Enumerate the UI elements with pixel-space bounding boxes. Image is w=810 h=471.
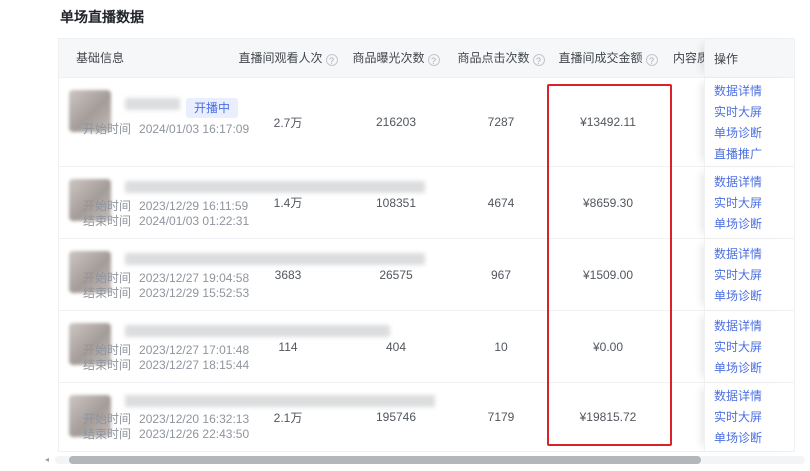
views-value: 1.4万 bbox=[228, 167, 348, 238]
table-row[interactable]: 开始时间2023/12/27 17:01:48 结束时间2023/12/27 1… bbox=[59, 311, 794, 383]
clicks-value: 4674 bbox=[441, 167, 561, 238]
action-session-diagnosis[interactable]: 单场诊断 bbox=[714, 288, 794, 304]
clicks-value: 7179 bbox=[441, 383, 561, 451]
start-time-label: 开始时间 bbox=[83, 199, 131, 213]
amount-value: ¥1509.00 bbox=[548, 239, 668, 310]
info-icon[interactable]: ? bbox=[533, 54, 545, 66]
exposure-value: 216203 bbox=[336, 78, 456, 166]
end-time-label: 结束时间 bbox=[83, 214, 131, 228]
end-time-label: 结束时间 bbox=[83, 358, 131, 372]
exposure-value: 26575 bbox=[336, 239, 456, 310]
start-time-label: 开始时间 bbox=[83, 271, 131, 285]
start-time-label: 开始时间 bbox=[83, 412, 131, 426]
page-title: 单场直播数据 bbox=[60, 7, 144, 27]
views-value: 114 bbox=[228, 311, 348, 382]
action-live-promotion[interactable]: 直播推广 bbox=[714, 146, 794, 162]
table-header: 基础信息 直播间观看人次? 商品曝光次数? 商品点击次数? 直播间成交金额? 内… bbox=[59, 39, 794, 78]
live-sessions-table: 基础信息 直播间观看人次? 商品曝光次数? 商品点击次数? 直播间成交金额? 内… bbox=[58, 38, 795, 452]
title-redacted bbox=[125, 98, 180, 110]
start-time-label: 开始时间 bbox=[83, 122, 131, 136]
action-data-detail[interactable]: 数据详情 bbox=[714, 83, 794, 99]
row-actions: 数据详情 实时大屏 单场诊断 bbox=[704, 383, 794, 451]
col-header-clicks: 商品点击次数? bbox=[441, 39, 561, 77]
table-row[interactable]: 开播中 开始时间2024/01/03 16:17:09 2.7万 216203 … bbox=[59, 78, 794, 167]
info-icon[interactable]: ? bbox=[428, 54, 440, 66]
action-session-diagnosis[interactable]: 单场诊断 bbox=[714, 360, 794, 376]
amount-value: ¥13492.11 bbox=[548, 78, 668, 166]
views-value: 2.1万 bbox=[228, 383, 348, 451]
table-row[interactable]: 开始时间2023/12/20 16:32:13 结束时间2023/12/26 2… bbox=[59, 383, 794, 452]
info-icon[interactable]: ? bbox=[646, 54, 658, 66]
action-session-diagnosis[interactable]: 单场诊断 bbox=[714, 216, 794, 232]
clicks-value: 10 bbox=[441, 311, 561, 382]
action-realtime-screen[interactable]: 实时大屏 bbox=[714, 339, 794, 355]
action-data-detail[interactable]: 数据详情 bbox=[714, 318, 794, 334]
action-realtime-screen[interactable]: 实时大屏 bbox=[714, 409, 794, 425]
amount-value: ¥0.00 bbox=[548, 311, 668, 382]
action-data-detail[interactable]: 数据详情 bbox=[714, 388, 794, 404]
col-header-basic-info: 基础信息 bbox=[76, 39, 124, 77]
col-header-views: 直播间观看人次? bbox=[228, 39, 348, 77]
exposure-value: 404 bbox=[336, 311, 456, 382]
action-realtime-screen[interactable]: 实时大屏 bbox=[714, 267, 794, 283]
end-time-label: 结束时间 bbox=[83, 427, 131, 441]
action-realtime-screen[interactable]: 实时大屏 bbox=[714, 195, 794, 211]
amount-value: ¥8659.30 bbox=[548, 167, 668, 238]
col-header-exposure: 商品曝光次数? bbox=[336, 39, 456, 77]
action-data-detail[interactable]: 数据详情 bbox=[714, 174, 794, 190]
action-data-detail[interactable]: 数据详情 bbox=[714, 246, 794, 262]
row-actions: 数据详情 实时大屏 单场诊断 bbox=[704, 239, 794, 310]
scroll-left-arrow-icon[interactable]: ◂ bbox=[45, 455, 49, 464]
amount-value: ¥19815.72 bbox=[548, 383, 668, 451]
table-row[interactable]: 开始时间2023/12/27 19:04:58 结束时间2023/12/29 1… bbox=[59, 239, 794, 311]
clicks-value: 7287 bbox=[441, 78, 561, 166]
horizontal-scrollbar-thumb[interactable] bbox=[69, 456, 701, 464]
exposure-value: 108351 bbox=[336, 167, 456, 238]
table-row[interactable]: 开始时间2023/12/29 16:11:59 结束时间2024/01/03 0… bbox=[59, 167, 794, 239]
exposure-value: 195746 bbox=[336, 383, 456, 451]
action-session-diagnosis[interactable]: 单场诊断 bbox=[714, 430, 794, 446]
end-time-label: 结束时间 bbox=[83, 286, 131, 300]
row-actions: 数据详情 实时大屏 单场诊断 直播推广 bbox=[704, 78, 794, 166]
start-time-label: 开始时间 bbox=[83, 343, 131, 357]
col-header-amount: 直播间成交金额? bbox=[548, 39, 668, 77]
views-value: 2.7万 bbox=[228, 78, 348, 166]
views-value: 3683 bbox=[228, 239, 348, 310]
action-realtime-screen[interactable]: 实时大屏 bbox=[714, 104, 794, 120]
col-header-actions: 操作 bbox=[704, 39, 794, 77]
row-actions: 数据详情 实时大屏 单场诊断 bbox=[704, 167, 794, 238]
horizontal-scrollbar[interactable]: ◂ bbox=[55, 456, 805, 464]
action-session-diagnosis[interactable]: 单场诊断 bbox=[714, 125, 794, 141]
row-actions: 数据详情 实时大屏 单场诊断 bbox=[704, 311, 794, 382]
clicks-value: 967 bbox=[441, 239, 561, 310]
